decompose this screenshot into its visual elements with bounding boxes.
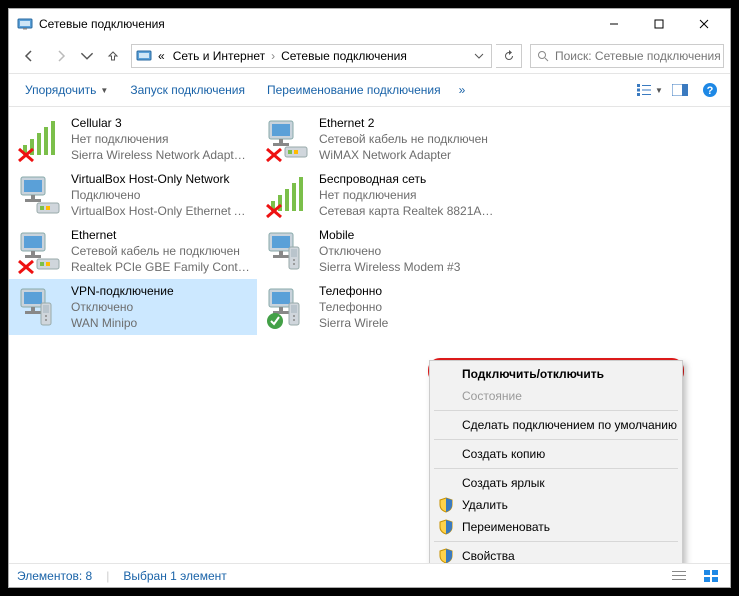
history-dropdown[interactable]	[79, 42, 95, 70]
refresh-button[interactable]	[496, 44, 522, 68]
network-adapter-icon	[17, 115, 65, 163]
menu-connect-disconnect[interactable]: Подключить/отключить	[432, 363, 680, 385]
connection-name: VPN-подключение	[71, 283, 249, 299]
shield-icon	[438, 497, 454, 513]
connection-item[interactable]: Беспроводная сетьНет подключенияСетевая …	[257, 167, 505, 223]
menu-connect-disconnect-label: Подключить/отключить	[462, 367, 604, 381]
connection-name: VirtualBox Host-Only Network	[71, 171, 251, 187]
connection-item[interactable]: Ethernet 2Сетевой кабель не подключенWiM…	[257, 111, 505, 167]
menu-create-copy[interactable]: Создать копию	[432, 443, 680, 465]
address-bar[interactable]: « Сеть и Интернет › Сетевые подключения	[131, 44, 492, 68]
view-options-button[interactable]: ▼	[636, 78, 664, 102]
connection-name: Mobile	[319, 227, 497, 243]
large-icons-view-icon[interactable]	[704, 568, 722, 584]
more-commands-button[interactable]: »	[453, 79, 472, 101]
breadcrumb-prefix[interactable]: «	[154, 49, 169, 63]
status-bar: Элементов: 8 | Выбран 1 элемент	[9, 563, 730, 587]
connection-device: Sierra Wireless Modem #3	[319, 259, 497, 275]
menu-delete[interactable]: Удалить	[432, 494, 680, 516]
menu-properties[interactable]: Свойства	[432, 545, 680, 563]
breadcrumb-sep-icon: ›	[269, 49, 277, 63]
menu-create-shortcut[interactable]: Создать ярлык	[432, 472, 680, 494]
content-area: Cellular 3Нет подключенияSierra Wireless…	[9, 107, 730, 563]
connection-item[interactable]: Cellular 3Нет подключенияSierra Wireless…	[9, 111, 257, 167]
network-adapter-icon	[265, 227, 313, 275]
details-pane-button[interactable]	[666, 78, 694, 102]
connection-device: WiMAX Network Adapter	[319, 147, 497, 163]
connection-name: Ethernet 2	[319, 115, 497, 131]
path-icon	[134, 48, 154, 64]
breadcrumb-part2[interactable]: Сетевые подключения	[277, 49, 411, 63]
search-input[interactable]: Поиск: Сетевые подключения	[530, 44, 724, 68]
details-view-icon[interactable]	[672, 568, 690, 584]
connection-name: Cellular 3	[71, 115, 251, 131]
connection-status: Сетевой кабель не подключен	[71, 243, 251, 259]
context-menu: Подключить/отключить Состояние Сделать п…	[429, 360, 683, 563]
command-bar: Упорядочить▼ Запуск подключения Переимен…	[9, 73, 730, 107]
network-adapter-icon	[265, 171, 313, 219]
connection-status: Нет подключения	[319, 187, 499, 203]
connection-item[interactable]: VirtualBox Host-Only NetworkПодключеноVi…	[9, 167, 257, 223]
status-selection: Выбран 1 элемент	[123, 569, 226, 583]
connection-name: Беспроводная сеть	[319, 171, 499, 187]
breadcrumb-part1[interactable]: Сеть и Интернет	[169, 49, 269, 63]
rename-connection-button[interactable]: Переименование подключения	[257, 79, 451, 101]
menu-status: Состояние	[432, 385, 680, 407]
shield-icon	[438, 548, 454, 563]
minimize-button[interactable]	[591, 9, 636, 39]
window-title: Сетевые подключения	[39, 17, 591, 31]
menu-separator	[434, 468, 678, 469]
connection-device: VirtualBox Host-Only Ethernet Ad...	[71, 203, 251, 219]
forward-button[interactable]	[47, 42, 75, 70]
connection-item[interactable]: ТелефонноТелефонноSierra Wirele	[257, 279, 505, 335]
up-button[interactable]	[99, 42, 127, 70]
connection-status: Отключено	[71, 299, 249, 315]
help-button[interactable]: ?	[696, 78, 724, 102]
connection-item[interactable]: MobileОтключеноSierra Wireless Modem #3	[257, 223, 505, 279]
menu-separator	[434, 439, 678, 440]
back-button[interactable]	[15, 42, 43, 70]
connection-status: Сетевой кабель не подключен	[319, 131, 497, 147]
connection-status: Нет подключения	[71, 131, 251, 147]
connection-name: Ethernet	[71, 227, 251, 243]
menu-set-default[interactable]: Сделать подключением по умолчанию	[432, 414, 680, 436]
connection-device: Sierra Wireless Network Adapter #3	[71, 147, 251, 163]
svg-text:?: ?	[707, 85, 714, 97]
navigation-row: « Сеть и Интернет › Сетевые подключения …	[9, 39, 730, 73]
network-adapter-icon	[17, 283, 65, 331]
connection-list: Cellular 3Нет подключенияSierra Wireless…	[9, 111, 730, 335]
connection-device: Realtek PCIe GBE Family Controller	[71, 259, 251, 275]
menu-rename[interactable]: Переименовать	[432, 516, 680, 538]
start-connection-button[interactable]: Запуск подключения	[120, 79, 255, 101]
network-connections-icon	[17, 16, 33, 32]
connection-status: Телефонно	[319, 299, 497, 315]
connection-status: Отключено	[319, 243, 497, 259]
titlebar: Сетевые подключения	[9, 9, 730, 39]
connection-status: Подключено	[71, 187, 251, 203]
explorer-window: Сетевые подключения « Сеть и Интернет › …	[8, 8, 731, 588]
network-adapter-icon	[17, 171, 65, 219]
menu-separator	[434, 410, 678, 411]
chevron-down-icon: ▼	[100, 86, 108, 95]
connection-device: Sierra Wirele	[319, 315, 497, 331]
chevron-down-icon[interactable]	[469, 51, 489, 61]
connection-name: Телефонно	[319, 283, 497, 299]
menu-separator	[434, 541, 678, 542]
search-placeholder: Поиск: Сетевые подключения	[555, 49, 721, 63]
shield-icon	[438, 519, 454, 535]
search-icon	[531, 50, 555, 62]
network-adapter-icon	[17, 227, 65, 275]
status-item-count: Элементов: 8	[17, 569, 92, 583]
network-adapter-icon	[265, 115, 313, 163]
connection-device: Сетевая карта Realtek 8821AE Wi...	[319, 203, 499, 219]
close-button[interactable]	[681, 9, 726, 39]
connection-item[interactable]: EthernetСетевой кабель не подключенRealt…	[9, 223, 257, 279]
maximize-button[interactable]	[636, 9, 681, 39]
connection-item[interactable]: VPN-подключениеОтключеноWAN Minipo	[9, 279, 257, 335]
connection-device: WAN Minipo	[71, 315, 249, 331]
network-adapter-icon	[265, 283, 313, 331]
organize-button[interactable]: Упорядочить▼	[15, 79, 118, 101]
